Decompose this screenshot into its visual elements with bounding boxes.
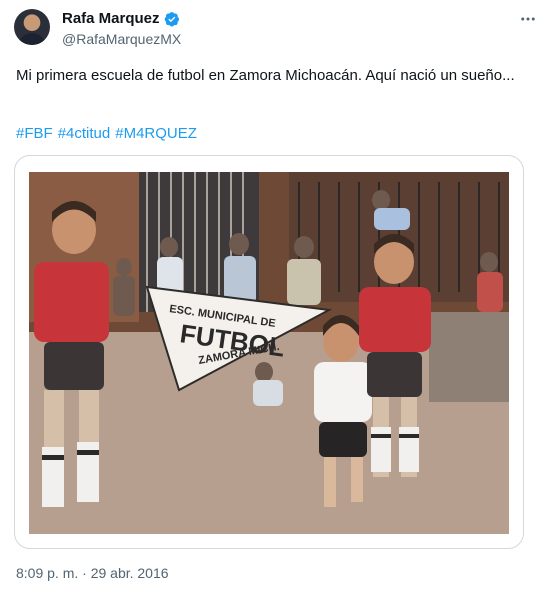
avatar-figure [18,33,46,45]
tweet-text: Mi primera escuela de futbol en Zamora M… [16,67,515,84]
author-avatar[interactable] [14,9,50,45]
hashtag-link[interactable]: #FBF [16,125,53,142]
tweet-timestamp[interactable]: 8:09 p. m. · 29 abr. 2016 [16,565,169,581]
more-options-icon[interactable] [519,10,537,33]
author-name-row: Rafa Marquez [62,10,180,27]
author-name[interactable]: Rafa Marquez [62,10,160,27]
hashtag-link[interactable]: #4ctitud [58,125,111,142]
photo-illustration: ESC. MUNICIPAL DE FUTBOL ZAMORA MICH. [29,172,509,534]
author-handle[interactable]: @RafaMarquezMX [62,31,181,47]
hashtag-list: #FBF #4ctitud #M4RQUEZ [16,125,197,142]
more-dots-icon [521,17,535,21]
verified-badge-icon [164,11,179,26]
hashtag-link[interactable]: #M4RQUEZ [115,125,197,142]
media-card[interactable]: ESC. MUNICIPAL DE FUTBOL ZAMORA MICH. [14,155,524,549]
tweet-photo[interactable]: ESC. MUNICIPAL DE FUTBOL ZAMORA MICH. [29,172,509,534]
